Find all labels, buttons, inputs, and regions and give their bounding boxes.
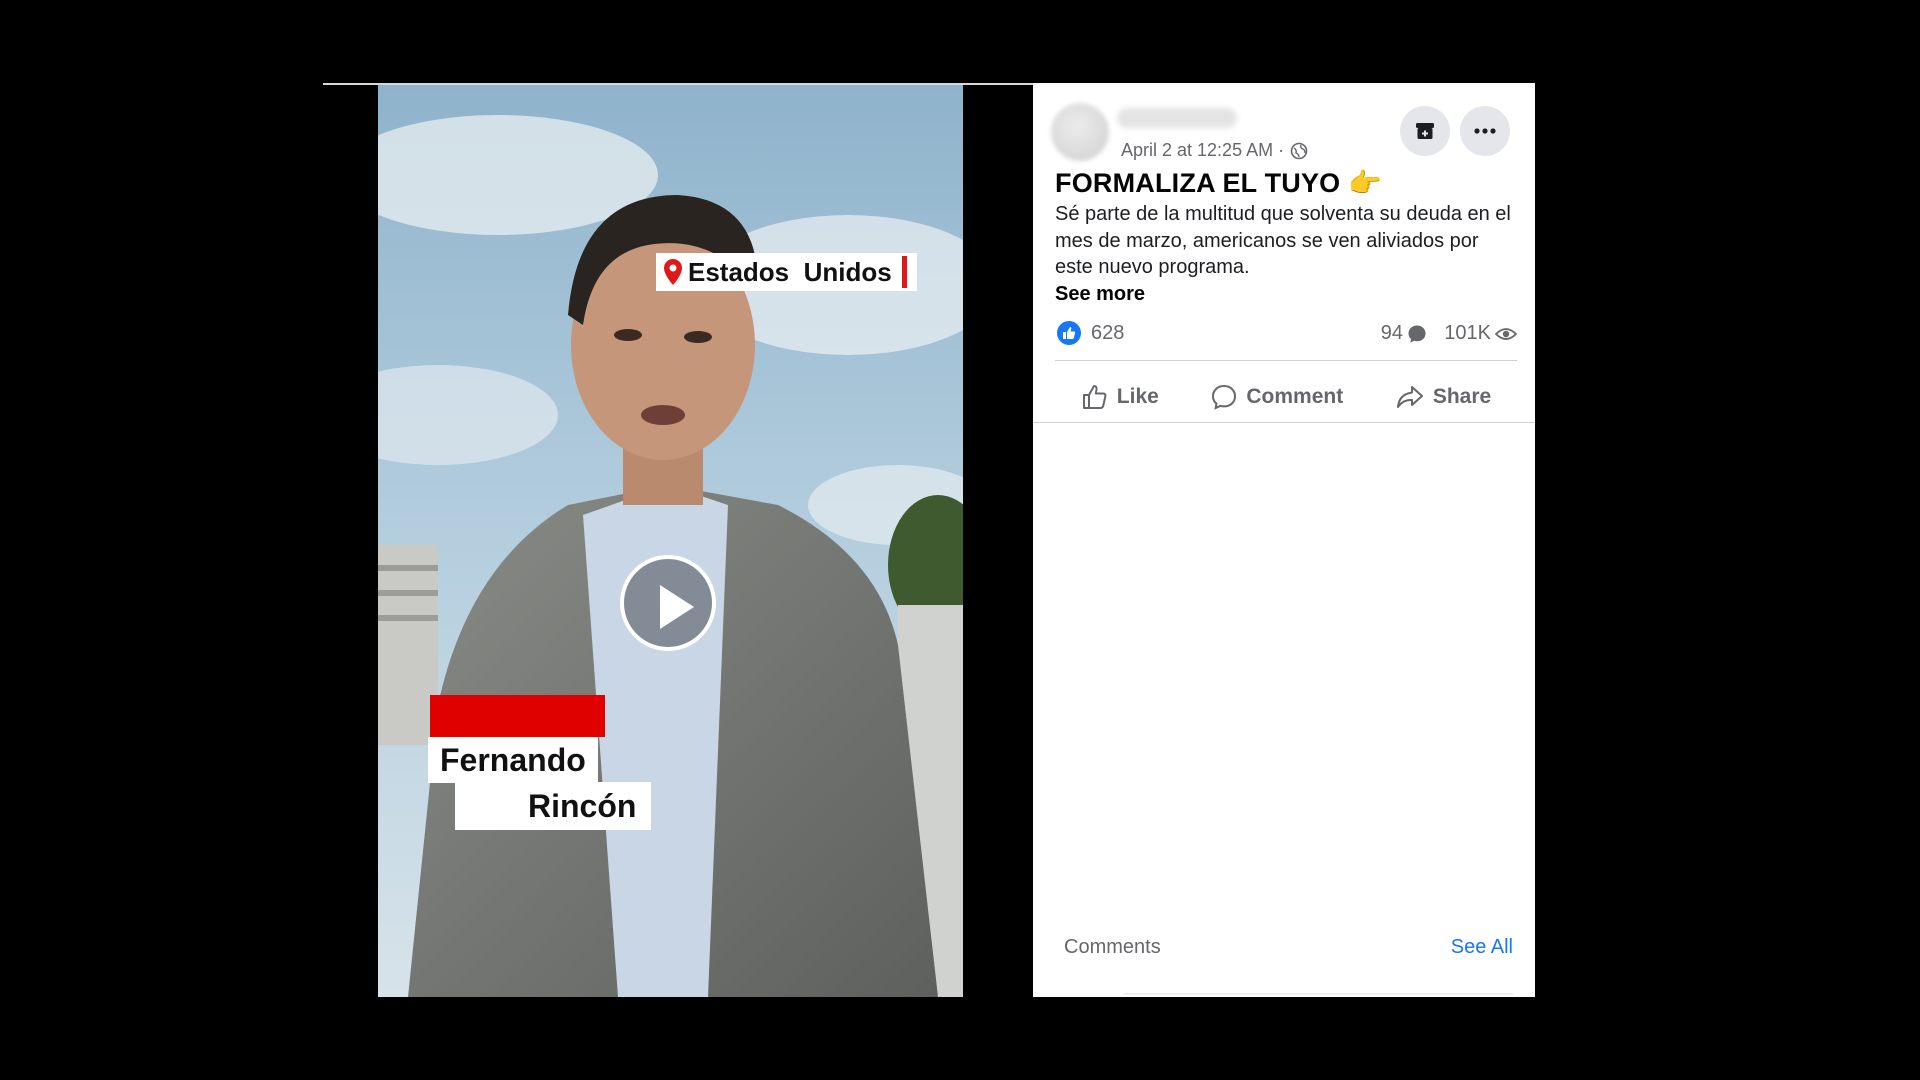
like-button[interactable]: Like (1075, 375, 1165, 419)
comment-count-value: 94 (1380, 322, 1403, 344)
video-frame-image (378, 85, 963, 997)
stats-divider (1055, 360, 1517, 361)
post-timestamp[interactable]: April 2 at 12:25 AM · (1121, 140, 1284, 161)
comment-button-label: Comment (1246, 385, 1344, 408)
post-panel: April 2 at 12:25 AM · FORMALIZA EL TUYO … (1033, 83, 1535, 997)
video-player[interactable]: Estados Unidos Fernando Rincón (378, 85, 963, 997)
post-title: FORMALIZA EL TUYO 👉 (1055, 168, 1382, 198)
comments-heading: Comments (1064, 936, 1161, 958)
comment-button[interactable]: Comment (1204, 375, 1349, 419)
location-tag-text: Estados Unidos (688, 256, 892, 287)
more-dots-icon (1474, 128, 1496, 134)
lower-third-last-name: Rincón (455, 782, 652, 830)
see-all-comments-link[interactable]: See All (1451, 936, 1513, 959)
play-icon (660, 585, 694, 629)
lower-third-red-bar (430, 695, 605, 737)
location-pin-icon (664, 259, 682, 285)
globe-icon (1290, 142, 1308, 159)
like-reaction-icon[interactable] (1057, 321, 1081, 345)
comment-count[interactable]: 94 (1381, 322, 1427, 345)
action-bar: Like Comment Share (1055, 375, 1517, 419)
post-body: Sé parte de la multitud que solventa su … (1055, 203, 1511, 278)
view-count: 101K (1444, 322, 1517, 345)
comment-bubble-icon (1408, 325, 1426, 342)
lower-third-first-name: Fernando (428, 737, 598, 783)
play-button[interactable] (620, 555, 716, 651)
like-count[interactable]: 628 (1091, 322, 1124, 345)
archive-icon (1416, 123, 1434, 139)
more-options-button[interactable] (1460, 106, 1510, 156)
like-button-label: Like (1116, 385, 1159, 408)
share-button-label: Share (1432, 385, 1492, 408)
thumbs-up-outline-icon (1082, 385, 1107, 409)
thumbs-up-icon (1063, 327, 1076, 339)
location-tag: Estados Unidos (656, 253, 917, 291)
actions-divider (1033, 422, 1535, 423)
post-stats: 628 94 101K (1055, 319, 1517, 349)
comment-outline-icon (1212, 384, 1237, 410)
location-tag-bar (901, 256, 907, 288)
author-name-redacted[interactable] (1117, 108, 1237, 128)
save-post-button[interactable] (1400, 106, 1450, 156)
comment-preview-placeholder (1123, 993, 1513, 995)
post-meta: April 2 at 12:25 AM · (1121, 140, 1308, 161)
view-count-value: 101K (1444, 322, 1491, 344)
see-more-link[interactable]: See more (1055, 283, 1145, 306)
share-arrow-icon (1396, 386, 1423, 408)
eye-icon (1495, 327, 1517, 340)
avatar[interactable] (1051, 103, 1109, 161)
share-button[interactable]: Share (1389, 375, 1497, 419)
